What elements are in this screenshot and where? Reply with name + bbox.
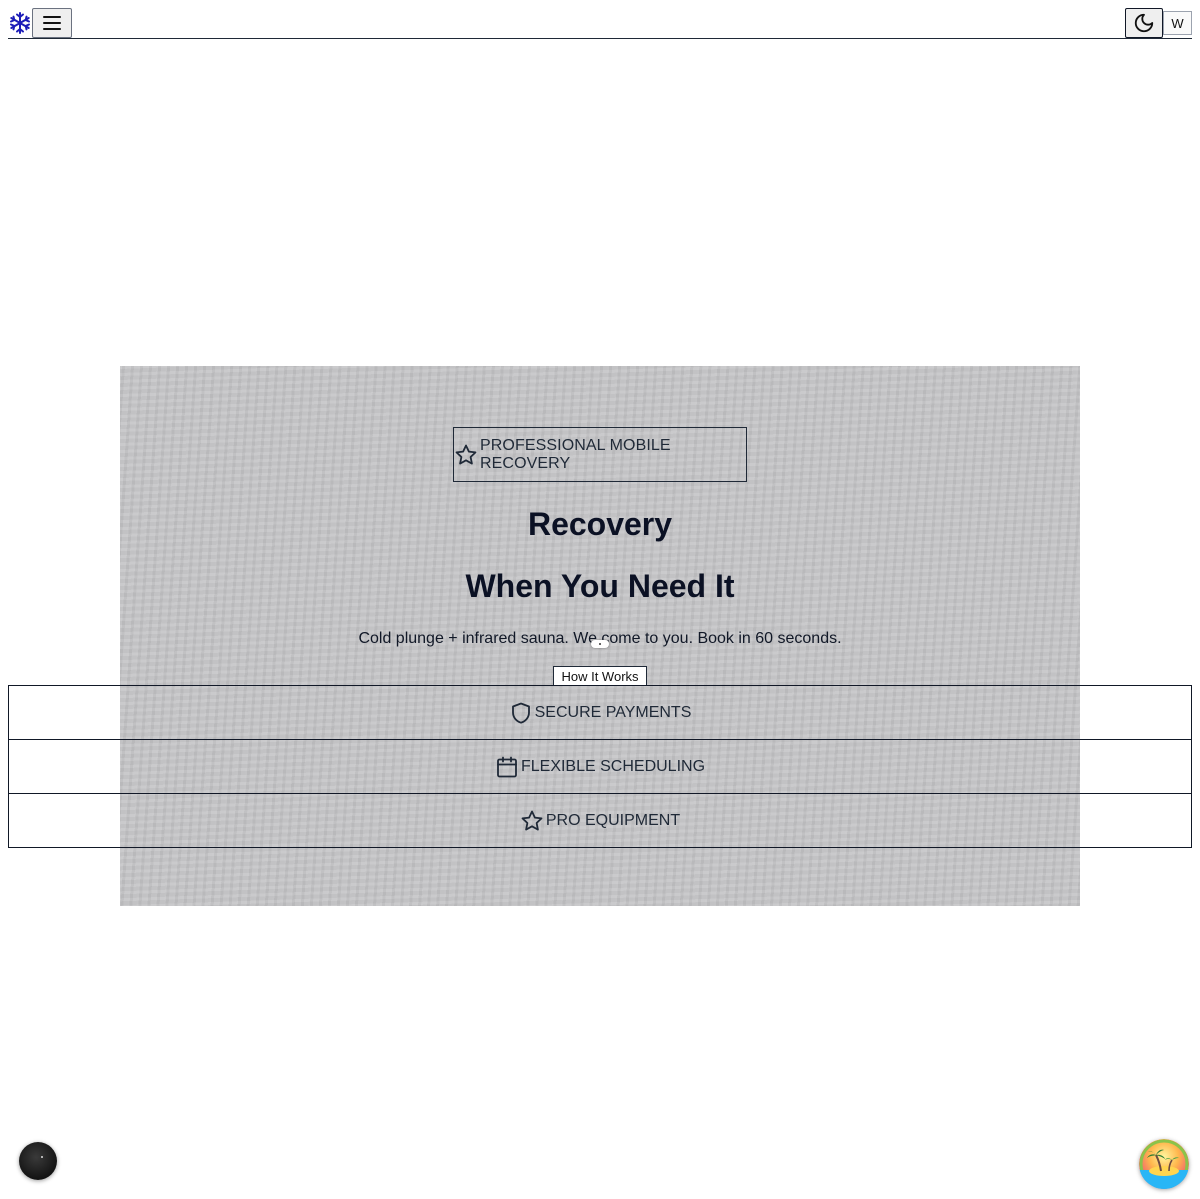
hero-title-line-2: When You Need It	[465, 568, 735, 604]
hero-badge-label: PROFESSIONAL MOBILE RECOVERY	[480, 436, 671, 472]
feature-label: FLEXIBLE SCHEDULING	[520, 757, 706, 775]
feature-flexible-scheduling: FLEXIBLE SCHEDULING	[8, 739, 1192, 794]
loading-indicator	[591, 640, 609, 648]
top-nav: W	[8, 0, 1192, 39]
star-icon	[520, 809, 544, 833]
star-icon	[454, 443, 478, 467]
features-list: SECURE PAYMENTS FLEXIBLE SCHEDULING PRO …	[8, 685, 1192, 848]
feature-pro-equipment: PRO EQUIPMENT	[8, 793, 1192, 848]
floating-action-button[interactable]	[19, 1142, 57, 1180]
feature-secure-payments: SECURE PAYMENTS	[8, 685, 1192, 740]
snowflake-icon[interactable]	[8, 11, 32, 35]
hamburger-menu-icon	[42, 15, 62, 31]
menu-button[interactable]	[32, 8, 72, 38]
feature-label: SECURE PAYMENTS	[534, 703, 692, 721]
language-button[interactable]: W	[1163, 11, 1192, 35]
moon-icon	[1133, 12, 1155, 34]
calendar-icon	[495, 755, 519, 779]
feature-label: PRO EQUIPMENT	[545, 811, 681, 829]
how-it-works-button[interactable]: How It Works	[553, 666, 647, 686]
shield-icon	[509, 701, 533, 725]
hero-badge: PROFESSIONAL MOBILE RECOVERY	[453, 427, 747, 482]
hero-title-line-1: Recovery	[527, 506, 673, 542]
island-avatar-icon[interactable]	[1139, 1139, 1189, 1189]
theme-toggle-button[interactable]	[1125, 8, 1163, 38]
